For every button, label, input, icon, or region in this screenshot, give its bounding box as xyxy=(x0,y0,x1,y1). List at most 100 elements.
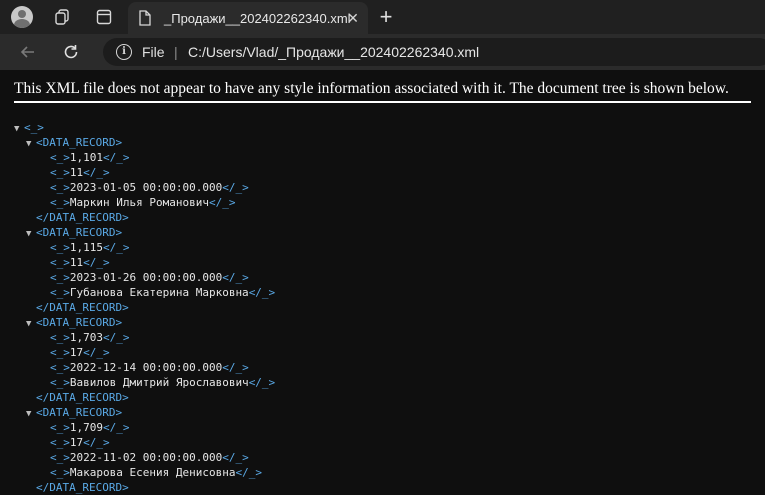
field-row: <_>17</_> xyxy=(50,345,110,360)
xml-notice: This XML file does not appear to have an… xyxy=(14,80,729,97)
tab-active[interactable]: _Продажи__202402262340.xml ✕ xyxy=(128,2,368,34)
xml-tag-close: </_> xyxy=(83,346,110,359)
xml-tag-open: <_> xyxy=(50,376,70,389)
field-row: <_>1,115</_> xyxy=(50,240,130,255)
field-row: <_>Губанова Екатерина Марковна</_> xyxy=(50,285,275,300)
record-open-row: ▼ <DATA_RECORD> xyxy=(26,225,122,240)
new-tab-button[interactable]: + xyxy=(373,4,399,30)
field-row: <_>1,101</_> xyxy=(50,150,130,165)
xml-tag-close: </_> xyxy=(222,451,249,464)
field-row: <_>2023-01-05 00:00:00.000</_> xyxy=(50,180,249,195)
url-text[interactable]: C:/Users/Vlad/_Продажи__202402262340.xml xyxy=(188,44,479,60)
xml-tag-open: <_> xyxy=(24,121,44,134)
page-content: This XML file does not appear to have an… xyxy=(0,70,765,495)
xml-tag-close: </_> xyxy=(208,196,236,209)
record-close-row: </DATA_RECORD> xyxy=(36,480,129,495)
user-icon xyxy=(11,6,33,28)
xml-tag-open: <_> xyxy=(50,196,70,209)
xml-tag-open: <_> xyxy=(50,346,70,359)
xml-tag-open: <_> xyxy=(50,166,70,179)
record-open-row: ▼ <DATA_RECORD> xyxy=(26,135,122,150)
close-icon[interactable]: ✕ xyxy=(344,9,362,27)
file-icon xyxy=(138,10,152,31)
xml-tag-open: <DATA_RECORD> xyxy=(36,316,123,329)
xml-tag-close: </_> xyxy=(248,286,276,299)
scheme-label: File xyxy=(142,44,165,60)
xml-tag-open: <_> xyxy=(50,361,70,374)
back-button[interactable] xyxy=(15,39,41,65)
field-value: 17 xyxy=(69,346,84,359)
xml-tag-close: </_> xyxy=(235,466,262,479)
workspaces-icon[interactable] xyxy=(49,4,75,30)
address-separator: | xyxy=(174,44,178,60)
field-value: Макарова Есения Денисовна xyxy=(69,466,236,479)
xml-tag-open: <DATA_RECORD> xyxy=(36,226,123,239)
field-value: 2022-11-02 00:00:00.000 xyxy=(69,451,223,464)
tab-title: _Продажи__202402262340.xml xyxy=(164,11,351,26)
field-row: <_>1,709</_> xyxy=(50,420,130,435)
record-open-row: ▼ <DATA_RECORD> xyxy=(26,405,122,420)
xml-tag-open: <_> xyxy=(50,451,70,464)
field-value: 2022-12-14 00:00:00.000 xyxy=(69,361,223,374)
xml-tag-close: </_> xyxy=(248,376,276,389)
field-row: <_>11</_> xyxy=(50,255,110,270)
tab-actions-icon[interactable] xyxy=(91,4,117,30)
xml-tag-open: <_> xyxy=(50,181,70,194)
field-row: <_>Вавилов Дмитрий Ярославович</_> xyxy=(50,375,275,390)
tab-strip: _Продажи__202402262340.xml ✕ + xyxy=(0,0,765,34)
field-row: <_>Маркин Илья Романович</_> xyxy=(50,195,235,210)
xml-tag-close: </_> xyxy=(103,151,130,164)
record-close-row: </DATA_RECORD> xyxy=(36,300,129,315)
xml-tag-open: <_> xyxy=(50,436,70,449)
reload-button[interactable] xyxy=(58,39,84,65)
refresh-icon xyxy=(64,45,78,59)
field-row: <_>11</_> xyxy=(50,165,110,180)
field-row: <_>2022-11-02 00:00:00.000</_> xyxy=(50,450,249,465)
info-icon[interactable]: i xyxy=(116,44,132,60)
collapse-toggle-icon[interactable]: ▼ xyxy=(26,317,36,332)
xml-tag-close: </_> xyxy=(103,421,130,434)
xml-tag-open: <DATA_RECORD> xyxy=(36,406,123,419)
field-row: <_>17</_> xyxy=(50,435,110,450)
address-bar[interactable]: i File | C:/Users/Vlad/_Продажи__2024022… xyxy=(103,38,765,66)
xml-tag-open: <_> xyxy=(50,421,70,434)
xml-tag-close: </DATA_RECORD> xyxy=(36,391,129,404)
field-value: 2023-01-05 00:00:00.000 xyxy=(69,181,223,194)
xml-tag-open: <_> xyxy=(50,331,70,344)
field-value: 17 xyxy=(69,436,84,449)
xml-tag-close: </_> xyxy=(83,166,110,179)
navigation-bar: i File | C:/Users/Vlad/_Продажи__2024022… xyxy=(0,34,765,70)
xml-tag-close: </_> xyxy=(103,331,130,344)
xml-tag-close: </_> xyxy=(83,436,110,449)
field-value: Маркин Илья Романович xyxy=(69,196,209,209)
field-value: 11 xyxy=(69,256,84,269)
profile-avatar[interactable] xyxy=(9,4,35,30)
xml-tag-open: <_> xyxy=(50,271,70,284)
field-value: 1,709 xyxy=(69,421,103,434)
collapse-toggle-icon[interactable]: ▼ xyxy=(26,227,36,242)
record-open-row: ▼ <DATA_RECORD> xyxy=(26,315,122,330)
record-close-row: </DATA_RECORD> xyxy=(36,390,129,405)
xml-tag-close: </_> xyxy=(103,241,130,254)
record-close-row: </DATA_RECORD> xyxy=(36,210,129,225)
arrow-left-icon xyxy=(20,46,34,58)
field-row: <_>2022-12-14 00:00:00.000</_> xyxy=(50,360,249,375)
xml-tag-close: </_> xyxy=(222,361,249,374)
xml-tag-close: </_> xyxy=(83,256,110,269)
xml-tag-close: </DATA_RECORD> xyxy=(36,301,129,314)
xml-tag-open: <_> xyxy=(50,256,70,269)
xml-root-row: ▼ <_> xyxy=(14,120,44,135)
xml-tag-open: <DATA_RECORD> xyxy=(36,136,123,149)
xml-tag-open: <_> xyxy=(50,241,70,254)
field-value: Губанова Екатерина Марковна xyxy=(69,286,249,299)
field-value: 1,101 xyxy=(69,151,103,164)
xml-tag-open: <_> xyxy=(50,286,70,299)
field-value: 11 xyxy=(69,166,84,179)
xml-tag-close: </DATA_RECORD> xyxy=(36,211,129,224)
collapse-toggle-icon[interactable]: ▼ xyxy=(26,137,36,152)
field-value: 1,115 xyxy=(69,241,103,254)
xml-tag-open: <_> xyxy=(50,466,70,479)
collapse-toggle-icon[interactable]: ▼ xyxy=(26,407,36,422)
xml-tag-close: </DATA_RECORD> xyxy=(36,481,129,494)
collapse-toggle-icon[interactable]: ▼ xyxy=(14,122,24,137)
